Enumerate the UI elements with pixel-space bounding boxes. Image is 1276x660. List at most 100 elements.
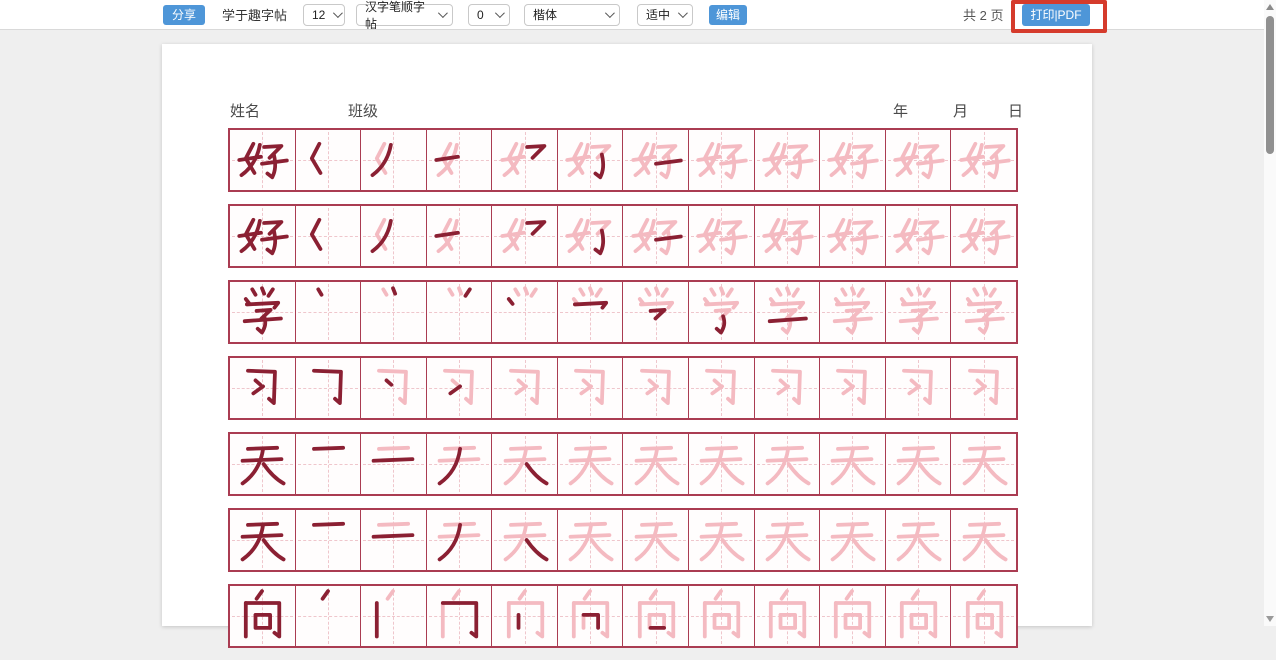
character-glyph-向 bbox=[825, 589, 879, 643]
character-glyph-好 bbox=[366, 209, 420, 263]
scroll-up-icon[interactable] bbox=[1266, 4, 1274, 10]
chevron-down-icon bbox=[438, 8, 448, 18]
practice-cell bbox=[557, 130, 623, 190]
edit-button[interactable]: 编辑 bbox=[709, 5, 747, 25]
site-name: 学于趣字帖 bbox=[222, 5, 287, 24]
offset-select[interactable]: 0 bbox=[468, 4, 510, 26]
character-glyph-天 bbox=[825, 437, 879, 491]
grid-row bbox=[228, 204, 1018, 268]
worksheet-page: 姓名 班级 年 月 日 bbox=[162, 44, 1092, 626]
practice-cell bbox=[426, 206, 492, 266]
practice-cell bbox=[819, 586, 885, 646]
character-glyph-天 bbox=[891, 513, 945, 567]
practice-cell bbox=[230, 358, 295, 418]
practice-cell bbox=[360, 358, 426, 418]
character-glyph-好 bbox=[825, 133, 879, 187]
practice-cell bbox=[688, 510, 754, 570]
class-label: 班级 bbox=[348, 100, 378, 121]
grid-row bbox=[228, 432, 1018, 496]
practice-cell bbox=[426, 130, 492, 190]
practice-cell bbox=[295, 510, 361, 570]
print-pdf-button[interactable]: 打印|PDF bbox=[1022, 4, 1090, 26]
practice-cell bbox=[950, 358, 1016, 418]
practice-cell bbox=[688, 586, 754, 646]
practice-cell bbox=[819, 358, 885, 418]
character-glyph-好 bbox=[891, 133, 945, 187]
character-glyph-天 bbox=[957, 437, 1011, 491]
character-glyph-好 bbox=[825, 209, 879, 263]
share-button[interactable]: 分享 bbox=[163, 5, 205, 25]
character-glyph-好 bbox=[891, 209, 945, 263]
practice-cell bbox=[491, 358, 557, 418]
practice-cell bbox=[230, 282, 295, 342]
character-glyph-天 bbox=[760, 437, 814, 491]
character-glyph-好 bbox=[563, 209, 617, 263]
month-label: 月 bbox=[953, 100, 968, 121]
page-count: 共 2 页 bbox=[963, 5, 1003, 24]
practice-cell bbox=[230, 130, 295, 190]
scroll-down-icon[interactable] bbox=[1266, 616, 1274, 622]
character-glyph-习 bbox=[825, 361, 879, 415]
practice-cell bbox=[819, 282, 885, 342]
character-glyph-习 bbox=[366, 361, 420, 415]
practice-cell bbox=[295, 130, 361, 190]
practice-cell bbox=[426, 510, 492, 570]
practice-cell bbox=[491, 282, 557, 342]
character-glyph-天 bbox=[235, 513, 289, 567]
practice-cell bbox=[950, 282, 1016, 342]
character-glyph-好 bbox=[301, 133, 355, 187]
character-glyph-好 bbox=[563, 133, 617, 187]
character-glyph-习 bbox=[432, 361, 486, 415]
practice-cell bbox=[622, 130, 688, 190]
name-label: 姓名 bbox=[230, 100, 260, 121]
character-glyph-学 bbox=[366, 285, 420, 339]
character-glyph-向 bbox=[366, 589, 420, 643]
character-glyph-天 bbox=[629, 437, 683, 491]
density-select[interactable]: 适中 bbox=[637, 4, 693, 26]
practice-cell bbox=[426, 586, 492, 646]
practice-cell bbox=[295, 434, 361, 494]
character-glyph-好 bbox=[498, 209, 552, 263]
practice-cell bbox=[950, 586, 1016, 646]
sheet-type-select[interactable]: 汉字笔顺字帖 bbox=[356, 4, 453, 26]
practice-cell bbox=[295, 586, 361, 646]
practice-cell bbox=[754, 358, 820, 418]
character-glyph-学 bbox=[432, 285, 486, 339]
character-glyph-学 bbox=[957, 285, 1011, 339]
practice-cell bbox=[360, 586, 426, 646]
practice-cell bbox=[360, 282, 426, 342]
character-glyph-天 bbox=[694, 437, 748, 491]
practice-cell bbox=[885, 282, 951, 342]
character-glyph-天 bbox=[825, 513, 879, 567]
practice-cell bbox=[557, 510, 623, 570]
font-size-select[interactable]: 12 bbox=[303, 4, 345, 26]
practice-grid bbox=[228, 128, 1018, 660]
practice-cell bbox=[754, 434, 820, 494]
font-select[interactable]: 楷体 bbox=[524, 4, 620, 26]
character-glyph-天 bbox=[366, 513, 420, 567]
character-glyph-好 bbox=[629, 209, 683, 263]
character-glyph-好 bbox=[694, 133, 748, 187]
grid-row bbox=[228, 280, 1018, 344]
character-glyph-学 bbox=[825, 285, 879, 339]
practice-cell bbox=[360, 130, 426, 190]
grid-row bbox=[228, 128, 1018, 192]
practice-cell bbox=[622, 586, 688, 646]
practice-cell bbox=[688, 282, 754, 342]
practice-cell bbox=[491, 586, 557, 646]
practice-cell bbox=[754, 510, 820, 570]
practice-cell bbox=[360, 206, 426, 266]
character-glyph-好 bbox=[366, 133, 420, 187]
practice-cell bbox=[360, 434, 426, 494]
character-glyph-习 bbox=[629, 361, 683, 415]
character-glyph-天 bbox=[366, 437, 420, 491]
practice-cell bbox=[688, 130, 754, 190]
practice-cell bbox=[819, 434, 885, 494]
practice-cell bbox=[819, 206, 885, 266]
scrollbar-thumb[interactable] bbox=[1266, 16, 1274, 154]
character-glyph-天 bbox=[432, 513, 486, 567]
practice-cell bbox=[950, 510, 1016, 570]
character-glyph-学 bbox=[629, 285, 683, 339]
vertical-scrollbar[interactable] bbox=[1264, 0, 1276, 626]
character-glyph-习 bbox=[498, 361, 552, 415]
